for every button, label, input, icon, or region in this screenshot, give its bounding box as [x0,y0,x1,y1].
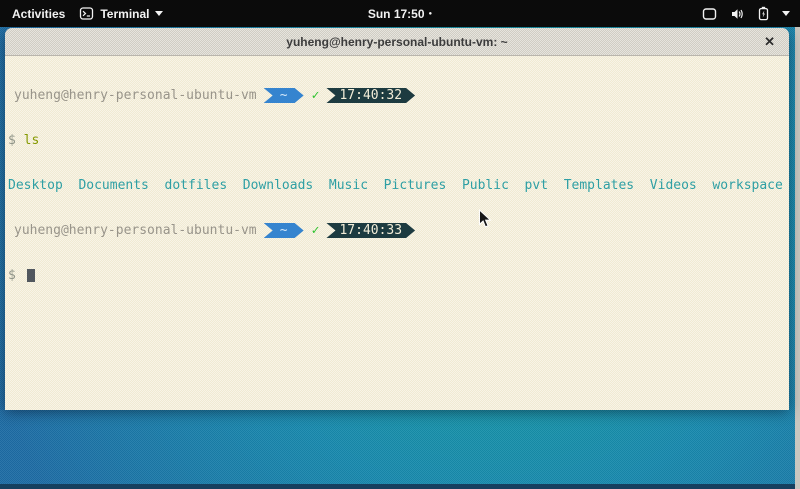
activities-button[interactable]: Activities [12,7,65,21]
app-menu-label: Terminal [100,7,149,21]
ls-output: Desktop Documents dotfiles Downloads Mus… [8,178,789,193]
clock-button[interactable]: Sun 17:50 [368,7,425,21]
prompt-symbol: $ [8,268,16,283]
chevron-down-icon [155,11,163,16]
prompt-cwd-segment: ~ [264,223,304,238]
prompt-user-host: yuheng@henry-personal-ubuntu-vm [14,223,257,238]
prompt-time-segment: 17:40:33 [326,223,415,238]
screen-right-edge-strip [795,27,800,489]
volume-icon [730,7,745,21]
prompt-line: yuheng@henry-personal-ubuntu-vm ~ ✓ 17:40:3… [8,223,789,238]
terminal-window: yuheng@henry-personal-ubuntu-vm: ~ ✕ yuh… [5,28,789,408]
battery-icon [758,6,769,21]
prompt-symbol: $ [8,133,16,148]
terminal-content[interactable]: yuheng@henry-personal-ubuntu-vm ~ ✓ 17:40:3… [5,56,789,410]
prompt-user-host: yuheng@henry-personal-ubuntu-vm [14,88,257,103]
prompt-status-check-icon: ✓ [312,223,320,238]
window-title: yuheng@henry-personal-ubuntu-vm: ~ [286,35,507,49]
terminal-cursor [27,269,35,282]
app-menu-button[interactable]: Terminal [79,6,163,21]
prompt-cwd-segment: ~ [264,88,304,103]
close-button[interactable]: ✕ [764,28,775,55]
command-text: ls [24,133,40,148]
terminal-icon [79,6,94,21]
command-line: $ ls [8,133,789,148]
screen: Activities Terminal Sun 17:50 ● [0,0,800,489]
screen-icon [702,7,717,21]
chevron-down-icon [782,11,790,16]
notification-dot-icon: ● [429,11,433,17]
prompt-status-check-icon: ✓ [312,88,320,103]
prompt-time-segment: 17:40:32 [326,88,415,103]
input-line: $ [8,268,789,283]
screen-bottom-edge-strip [0,484,795,489]
top-bar: Activities Terminal Sun 17:50 ● [0,0,800,27]
prompt-line: yuheng@henry-personal-ubuntu-vm ~ ✓ 17:40:3… [8,88,789,103]
system-status-menu[interactable] [702,6,800,21]
window-titlebar[interactable]: yuheng@henry-personal-ubuntu-vm: ~ ✕ [5,28,789,56]
